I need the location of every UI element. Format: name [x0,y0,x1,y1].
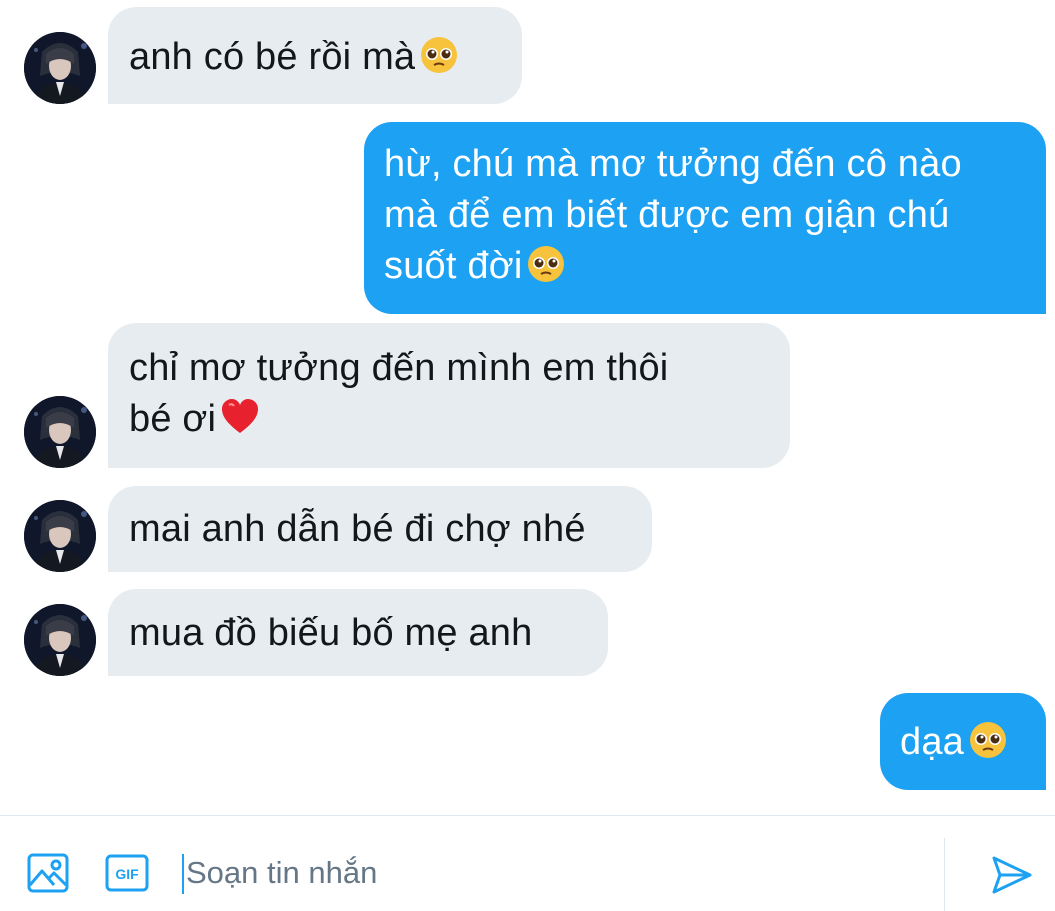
message-composer: GIF [0,815,1055,911]
message-input[interactable] [182,852,926,894]
message-text-line: suốt đời [384,245,523,287]
message-bubble-incoming: anh có bé rồi mà [108,7,522,104]
message-text-line: chỉ mơ tưởng đến mình em thôi [129,347,669,389]
avatar[interactable] [24,396,96,468]
avatar[interactable] [24,604,96,676]
message-text-line: hừ, chú mà mơ tưởng đến cô nào [384,143,962,185]
red-heart-emoji [220,397,260,437]
gif-icon[interactable]: GIF [105,851,149,895]
pleading-face-emoji [419,35,459,75]
avatar[interactable] [24,500,96,572]
message-bubble-incoming: chỉ mơ tưởng đến mình em thôi bé ơi [108,323,790,468]
message-text: mua đồ biếu bố mẹ anh [129,612,533,654]
pleading-face-emoji [526,244,566,284]
message-text-line: mà để em biết được em giận chú [384,194,950,236]
message-text: mai anh dẫn bé đi chợ nhé [129,508,586,550]
message-bubble-outgoing: hừ, chú mà mơ tưởng đến cô nào mà để em … [364,122,1046,314]
message-bubble-outgoing: dạa [880,693,1046,790]
send-icon[interactable] [990,853,1034,897]
message-bubble-incoming: mai anh dẫn bé đi chợ nhé [108,486,652,572]
gif-label: GIF [115,866,139,882]
image-icon[interactable] [26,851,70,895]
avatar[interactable] [24,32,96,104]
message-text: anh có bé rồi mà [129,36,416,78]
message-bubble-incoming: mua đồ biếu bố mẹ anh [108,589,608,676]
message-text-line: bé ơi [129,398,217,440]
message-text: dạa [900,721,965,763]
conversation-thread: anh có bé rồi mà hừ, chú mà mơ tưởng đến… [0,0,1055,815]
pleading-face-emoji [968,720,1008,760]
divider [944,838,945,911]
